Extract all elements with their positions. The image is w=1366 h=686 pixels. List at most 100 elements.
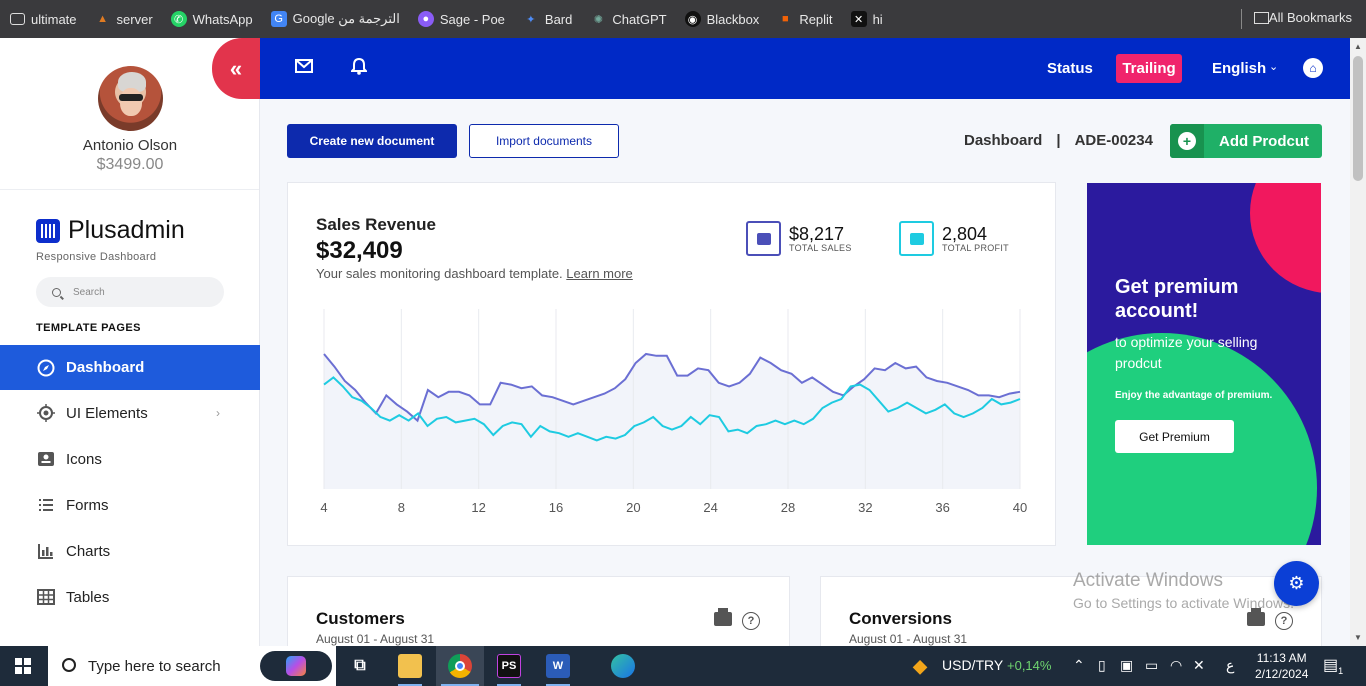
input-language[interactable]: ع: [1226, 657, 1234, 674]
logo-icon: [36, 218, 60, 243]
bookmark-whatsapp[interactable]: ✆ WhatsApp: [170, 11, 253, 27]
total-sales-stat: $8,217 TOTAL SALES: [746, 221, 852, 256]
bookmark-server[interactable]: ▲ server: [95, 11, 153, 27]
conversions-card-actions: ?: [1247, 608, 1293, 630]
bookmark-replit[interactable]: ■ Replit: [777, 11, 833, 27]
sidebar-item-icons[interactable]: Icons: [0, 436, 260, 482]
trailing-badge[interactable]: Trailing: [1116, 54, 1182, 83]
phpstorm-icon[interactable]: PS: [497, 654, 521, 678]
page-scrollbar[interactable]: ▲ ▼: [1350, 38, 1366, 646]
chart-x-tick-label: 8: [398, 500, 405, 515]
activate-windows-watermark: Activate Windows Go to Settings to activ…: [1073, 570, 1294, 611]
ticker-coins-icon: ◆: [913, 655, 927, 676]
import-documents-button[interactable]: Import documents: [469, 124, 619, 158]
settings-fab[interactable]: ⚙: [1274, 561, 1319, 606]
learn-more-link[interactable]: Learn more: [566, 266, 632, 281]
bookmark-sage-poe[interactable]: ● Sage - Poe: [417, 11, 505, 27]
hi-icon: ✕: [850, 11, 867, 27]
file-explorer-icon[interactable]: [398, 654, 422, 678]
scrollbar-thumb[interactable]: [1353, 56, 1363, 181]
customers-card: Customers August 01 - August 31 ?: [287, 576, 790, 656]
compass-icon: [36, 358, 56, 378]
total-profit-value: 2,804: [942, 223, 988, 244]
bookmark-ultimate[interactable]: ultimate: [10, 12, 77, 27]
poe-icon: ●: [417, 11, 434, 27]
language-select[interactable]: English: [1212, 60, 1266, 77]
sidebar: Antonio Olson $3499.00 Plusadmin Respons…: [0, 38, 260, 646]
chevron-up-icon[interactable]: ⌃: [1073, 657, 1085, 674]
chart-x-tick-label: 16: [549, 500, 563, 515]
avatar[interactable]: [98, 66, 163, 131]
chart-x-tick-label: 28: [781, 500, 795, 515]
notification-icon[interactable]: ▤1: [1323, 655, 1343, 676]
system-clock[interactable]: 11:13 AM 2/12/2024: [1255, 650, 1308, 682]
ticker-label[interactable]: USD/TRY: [942, 657, 1003, 673]
print-icon[interactable]: [714, 608, 732, 626]
section-title-template-pages: TEMPLATE PAGES: [36, 322, 141, 334]
google-translate-icon: G: [270, 11, 287, 27]
search-placeholder: Search: [73, 286, 105, 298]
promo-line2: Enjoy the advantage of premium.: [1115, 390, 1273, 401]
breadcrumb-page[interactable]: Dashboard: [964, 132, 1042, 149]
bookmarks-bar: ultimate ▲ server ✆ WhatsApp G Google الترج…: [0, 0, 1366, 38]
task-view-icon[interactable]: ⧉: [348, 654, 372, 678]
bookmark-hi[interactable]: ✕ hi: [850, 11, 883, 27]
ticker-change: +0,14%: [1007, 658, 1052, 673]
volume-muted-icon[interactable]: ✕: [1193, 657, 1205, 674]
total-profit-stat: 2,804 TOTAL PROFIT: [899, 221, 1009, 256]
scroll-up-icon[interactable]: ▲: [1354, 42, 1362, 51]
whatsapp-icon: ✆: [170, 11, 187, 27]
customers-title: Customers: [316, 609, 405, 628]
sidebar-item-charts[interactable]: Charts: [0, 528, 260, 574]
bookmark-google-translate[interactable]: G Google الترجمة من: [270, 11, 400, 27]
sidebar-item-tables[interactable]: Tables: [0, 574, 260, 620]
chevron-down-icon: ⌄: [1269, 61, 1279, 73]
customers-card-actions: ?: [714, 608, 760, 630]
sidebar-item-ui-elements[interactable]: UI Elements ›: [0, 390, 260, 436]
sidebar-nav: Dashboard UI Elements › Icons Forms Char…: [0, 345, 260, 620]
word-icon[interactable]: W: [546, 654, 570, 678]
get-premium-button[interactable]: Get Premium: [1115, 420, 1234, 453]
chart-x-tick-label: 12: [471, 500, 485, 515]
print-icon[interactable]: [1247, 608, 1265, 626]
server-icon: ▲: [97, 13, 108, 25]
help-icon[interactable]: ?: [1275, 612, 1293, 630]
chevron-right-icon: ›: [216, 406, 220, 420]
battery-icon[interactable]: ▭: [1145, 657, 1158, 674]
mail-icon[interactable]: [295, 58, 313, 78]
add-product-button[interactable]: + Add Prodcut: [1170, 124, 1322, 158]
total-sales-value: $8,217: [789, 223, 845, 244]
customers-range: August 01 - August 31: [316, 632, 435, 646]
app-tray-icon[interactable]: ▣: [1120, 657, 1133, 674]
windows-start-icon[interactable]: [15, 658, 31, 674]
status-link[interactable]: Status: [1047, 60, 1093, 77]
taskbar-search-input[interactable]: Type here to search: [48, 646, 336, 686]
bookmark-chatgpt[interactable]: ✺ ChatGPT: [590, 11, 667, 27]
bell-icon[interactable]: [349, 57, 369, 80]
bookmark-blackbox[interactable]: ◉ Blackbox: [684, 11, 759, 27]
breadcrumb: Dashboard | ADE-00234: [964, 132, 1153, 149]
breadcrumb-separator: |: [1056, 132, 1061, 149]
sales-revenue-card: Sales Revenue $32,409 Your sales monitor…: [287, 182, 1056, 546]
sidebar-item-dashboard[interactable]: Dashboard: [0, 345, 260, 390]
device-icon[interactable]: ▯: [1098, 657, 1106, 674]
chart-x-tick-label: 20: [626, 500, 640, 515]
bookmark-bard[interactable]: ✦ Bard: [523, 11, 572, 27]
conversions-title: Conversions: [849, 609, 952, 628]
chrome-icon[interactable]: [448, 654, 472, 678]
wifi-icon[interactable]: ◠: [1170, 657, 1182, 674]
all-bookmarks[interactable]: All Bookmarks: [1253, 10, 1352, 25]
chatgpt-icon: ✺: [593, 13, 603, 26]
chart-x-tick-label: 36: [935, 500, 949, 515]
scroll-down-icon[interactable]: ▼: [1354, 633, 1362, 642]
edge-icon[interactable]: [611, 654, 635, 678]
sales-title: Sales Revenue: [316, 215, 437, 234]
create-document-button[interactable]: Create new document: [287, 124, 457, 158]
home-icon[interactable]: ⌂: [1303, 58, 1323, 78]
brand-logo[interactable]: Plusadmin: [36, 216, 185, 245]
blackbox-icon: ◉: [684, 11, 701, 27]
help-icon[interactable]: ?: [742, 612, 760, 630]
copilot-icon[interactable]: [260, 651, 332, 681]
sidebar-item-forms[interactable]: Forms: [0, 482, 260, 528]
search-input[interactable]: Search: [36, 277, 224, 307]
